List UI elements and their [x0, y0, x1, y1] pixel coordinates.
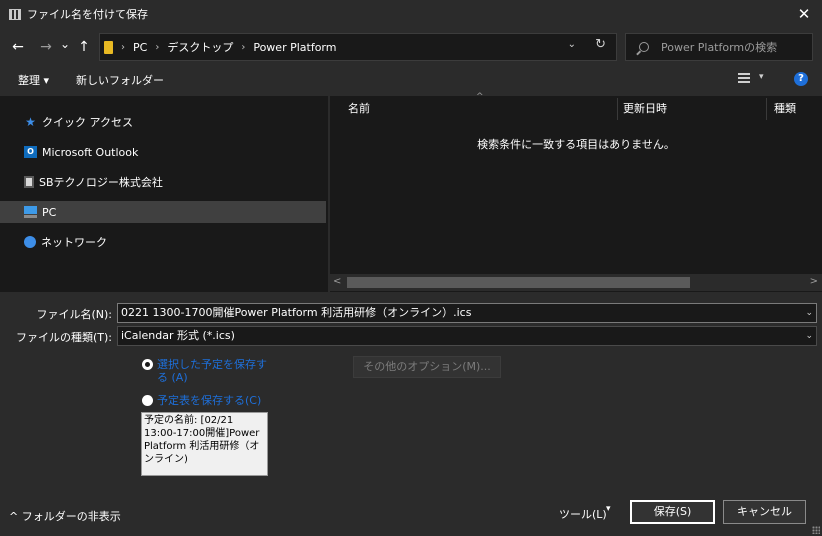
- breadcrumb-desktop[interactable]: デスクトップ: [167, 39, 233, 55]
- column-header-name[interactable]: 名前: [348, 96, 370, 122]
- scrollbar-thumb[interactable]: [347, 277, 690, 288]
- window-title: ファイル名を付けて保存: [27, 8, 148, 21]
- star-icon: ★: [25, 115, 36, 129]
- search-icon: [639, 42, 649, 52]
- sidebar-item-network[interactable]: ネットワーク: [0, 231, 326, 253]
- column-divider[interactable]: [766, 98, 767, 120]
- resize-grip-icon[interactable]: [812, 526, 820, 534]
- view-dropdown-icon[interactable]: ▾: [759, 72, 764, 82]
- column-divider[interactable]: [617, 98, 618, 120]
- radio-save-selected[interactable]: 選択した予定を保存する (A): [142, 358, 277, 384]
- filename-label: ファイル名(N):: [36, 308, 112, 321]
- sort-ascending-icon: ^: [476, 92, 484, 102]
- close-button[interactable]: ✕: [794, 4, 814, 24]
- filename-value[interactable]: 0221 1300-1700開催Power Platform 利活用研修（オンラ…: [121, 306, 471, 319]
- item-preview: 予定の名前: [02/21 13:00-17:00開催]Power Platfo…: [141, 412, 268, 476]
- chevron-down-icon[interactable]: ⌄: [805, 327, 813, 345]
- help-icon[interactable]: ?: [794, 72, 808, 86]
- radio-save-calendar-label[interactable]: 予定表を保存する(C): [157, 394, 261, 407]
- back-button[interactable]: ←: [8, 39, 28, 55]
- pc-icon: [24, 206, 37, 218]
- scroll-right-icon[interactable]: >: [810, 276, 818, 287]
- sidebar-item-label: PC: [42, 205, 57, 219]
- sidebar-item-quick-access[interactable]: ★ クイック アクセス: [0, 111, 326, 133]
- radio-unselected-icon[interactable]: [142, 395, 153, 406]
- column-header-modified[interactable]: 更新日時: [623, 96, 667, 122]
- refresh-icon[interactable]: ↻: [595, 37, 606, 52]
- file-list: ^ 名前 更新日時 種類 検索条件に一致する項目はありません。 < >: [330, 92, 822, 292]
- crumb-separator: ›: [241, 41, 246, 53]
- filetype-select[interactable]: iCalendar 形式 (*.ics) ⌄: [117, 326, 817, 346]
- scroll-left-icon[interactable]: <: [333, 276, 341, 287]
- navigation-pane: ★ クイック アクセス O Microsoft Outlook SBテクノロジー…: [0, 96, 328, 292]
- view-options-icon[interactable]: [738, 73, 750, 85]
- organize-button[interactable]: 整理 ▾: [18, 72, 49, 88]
- navigation-bar: ← → ⌄ ↑ › PC › デスクトップ › Power Platform ⌄…: [0, 31, 822, 63]
- filetype-value[interactable]: iCalendar 形式 (*.ics): [121, 329, 235, 342]
- sidebar-item-label: Microsoft Outlook: [42, 145, 139, 159]
- radio-selected-icon[interactable]: [142, 359, 153, 370]
- radio-save-selected-label[interactable]: 選択した予定を保存する (A): [157, 358, 277, 384]
- breadcrumb-power-platform[interactable]: Power Platform: [253, 41, 336, 54]
- up-button[interactable]: ↑: [74, 39, 94, 55]
- save-form: ファイル名(N): 0221 1300-1700開催Power Platform…: [0, 294, 822, 536]
- hide-folders-button[interactable]: ^ フォルダーの非表示: [9, 508, 121, 524]
- search-placeholder[interactable]: Power Platformの検索: [661, 39, 777, 55]
- sidebar-item-label: クイック アクセス: [42, 116, 133, 129]
- crumb-separator: ›: [121, 41, 125, 53]
- horizontal-scrollbar[interactable]: < >: [330, 274, 822, 291]
- building-icon: [24, 176, 34, 188]
- address-dropdown-icon[interactable]: ⌄: [568, 39, 576, 50]
- sidebar-item-pc[interactable]: PC: [0, 201, 326, 223]
- outlook-icon: O: [24, 146, 37, 158]
- crumb-separator: ›: [155, 41, 160, 53]
- network-icon: [24, 236, 36, 248]
- sidebar-item-sb-technology[interactable]: SBテクノロジー株式会社: [0, 171, 326, 193]
- forward-button[interactable]: →: [36, 39, 56, 55]
- column-header-type[interactable]: 種類: [774, 96, 796, 122]
- more-options-button[interactable]: その他のオプション(M)...: [353, 356, 501, 378]
- filename-input[interactable]: 0221 1300-1700開催Power Platform 利活用研修（オンラ…: [117, 303, 817, 323]
- search-box[interactable]: Power Platformの検索: [625, 33, 813, 61]
- chevron-down-icon[interactable]: ⌄: [805, 304, 813, 322]
- breadcrumb-pc[interactable]: PC: [133, 41, 147, 54]
- sidebar-item-label: SBテクノロジー株式会社: [39, 176, 163, 189]
- sidebar-item-label: ネットワーク: [41, 236, 107, 249]
- tools-dropdown-icon[interactable]: ▾: [606, 504, 611, 514]
- sidebar-item-outlook[interactable]: O Microsoft Outlook: [0, 141, 326, 163]
- title-bar: ファイル名を付けて保存 ✕: [0, 0, 822, 28]
- calendar-icon: [9, 8, 21, 20]
- radio-save-calendar[interactable]: 予定表を保存する(C): [142, 394, 261, 407]
- command-toolbar: 整理 ▾ 新しいフォルダー ▾ ?: [0, 66, 822, 94]
- cancel-button[interactable]: キャンセル: [723, 500, 806, 524]
- recent-locations-button[interactable]: ⌄: [58, 37, 72, 51]
- new-folder-button[interactable]: 新しいフォルダー: [76, 72, 164, 88]
- save-button[interactable]: 保存(S): [630, 500, 715, 524]
- address-bar[interactable]: › PC › デスクトップ › Power Platform ⌄ ↻: [99, 33, 617, 61]
- empty-folder-message: 検索条件に一致する項目はありません。: [477, 138, 675, 151]
- tools-button[interactable]: ツール(L): [559, 506, 607, 522]
- filetype-label: ファイルの種類(T):: [15, 331, 112, 344]
- folder-icon: [104, 40, 113, 54]
